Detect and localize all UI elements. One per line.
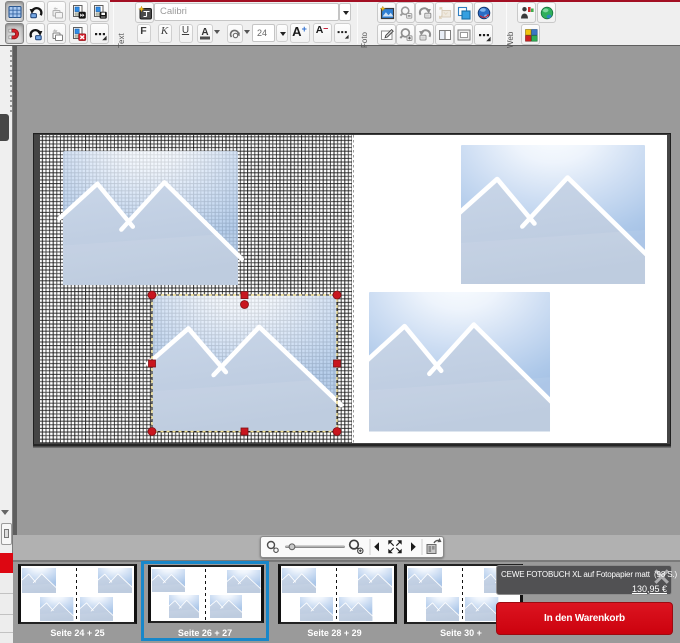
svg-text:A: A (201, 27, 208, 38)
